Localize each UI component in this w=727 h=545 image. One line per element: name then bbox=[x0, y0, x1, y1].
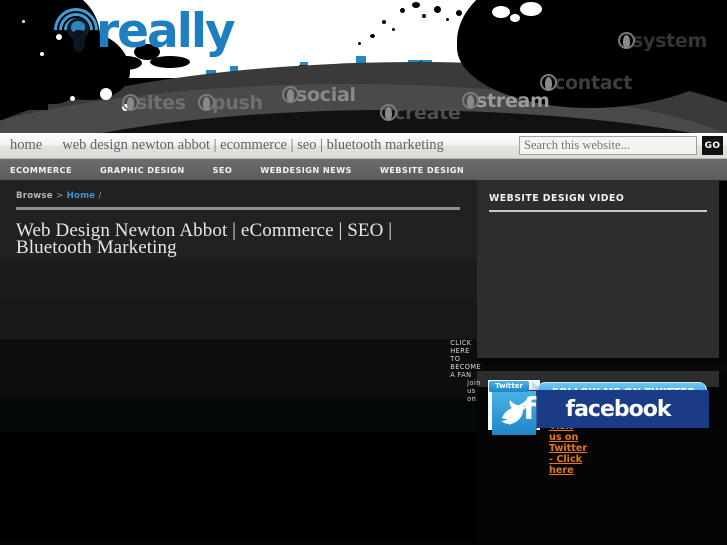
facebook-f-glyph: f bbox=[523, 392, 537, 427]
widget-website-design-video: WEBSITE DESIGN VIDEO bbox=[477, 181, 719, 358]
widget-social-banners: Twitter FOLLOW ME ON TWITTER For Discoun… bbox=[450, 339, 719, 476]
page-root: really sites push social create stream c… bbox=[0, 0, 727, 545]
subnav-item-webdesign-news[interactable]: WEBDESIGN NEWS bbox=[246, 165, 366, 175]
location-pin-icon bbox=[618, 32, 636, 50]
nav-item-main-services[interactable]: web design newton abbot | ecommerce | se… bbox=[62, 137, 444, 154]
banner-word-social[interactable]: social bbox=[282, 84, 356, 106]
banner-word-create[interactable]: create bbox=[380, 102, 461, 124]
primary-navigation: home web design newton abbot | ecommerce… bbox=[0, 133, 727, 159]
banner-word-stream[interactable]: stream bbox=[462, 90, 550, 112]
page-title: Web Design Newton Abbot | eCommerce | SE… bbox=[16, 220, 393, 258]
header-banner: really sites push social create stream c… bbox=[0, 0, 727, 133]
location-pin-icon bbox=[198, 94, 216, 112]
banner-word-contact[interactable]: contact bbox=[540, 72, 632, 94]
location-pin-icon bbox=[282, 86, 300, 104]
widget-title: WEBSITE DESIGN VIDEO bbox=[489, 193, 625, 204]
search-input[interactable] bbox=[519, 136, 697, 155]
facebook-cta-label: CLICK HERE TO BECOME A FAN bbox=[450, 339, 482, 379]
location-pin-icon bbox=[122, 94, 140, 112]
location-pin-icon bbox=[540, 74, 558, 92]
subnav-item-seo[interactable]: SEO bbox=[199, 165, 247, 175]
content-block-4 bbox=[0, 399, 477, 432]
breadcrumb-trailing: / bbox=[98, 191, 102, 201]
content-block-1 bbox=[0, 259, 477, 299]
content-block-2 bbox=[0, 299, 477, 339]
banner-word-system[interactable]: system bbox=[618, 30, 707, 52]
twitter-tag-label: Twitter bbox=[489, 381, 529, 392]
breadcrumb-link-home[interactable]: Home bbox=[67, 191, 96, 201]
main-content-column: Browse > Home / Web Design Newton Abbot … bbox=[0, 181, 477, 542]
wifi-location-pin-icon bbox=[44, 0, 108, 62]
banner-word-sites[interactable]: sites bbox=[122, 92, 186, 114]
secondary-navigation: ECOMMERCE GRAPHIC DESIGN SEO WEBDESIGN N… bbox=[0, 159, 727, 181]
breadcrumb-prefix: Browse bbox=[16, 191, 53, 201]
location-pin-icon bbox=[380, 104, 398, 122]
twitter-cta-link[interactable]: Visit us on Twitter - Click here bbox=[549, 421, 587, 476]
nav-item-home[interactable]: home bbox=[10, 137, 42, 154]
video-player-slot[interactable] bbox=[489, 212, 707, 347]
facebook-join-label: join us on bbox=[467, 379, 481, 403]
content-block-5 bbox=[0, 432, 477, 542]
breadcrumb-separator: > bbox=[55, 191, 64, 201]
breadcrumb: Browse > Home / bbox=[16, 191, 461, 201]
facebook-wordmark: facebook bbox=[565, 396, 672, 422]
location-pin-icon bbox=[462, 92, 480, 110]
logo-wordmark: really bbox=[96, 4, 236, 59]
content-block-3 bbox=[0, 339, 477, 399]
search-submit-button[interactable]: GO bbox=[702, 136, 723, 155]
subnav-item-graphic-design[interactable]: GRAPHIC DESIGN bbox=[86, 165, 199, 175]
subnav-item-ecommerce[interactable]: ECOMMERCE bbox=[0, 165, 86, 175]
facebook-wordmark-bar: facebook bbox=[527, 390, 709, 428]
search-form: GO bbox=[519, 136, 723, 155]
site-logo[interactable]: really bbox=[44, 0, 236, 64]
sidebar: WEBSITE DESIGN VIDEO Twitter us on Twitt… bbox=[450, 181, 727, 476]
subnav-item-website-design[interactable]: WEBSITE DESIGN bbox=[366, 165, 478, 175]
breadcrumb-divider bbox=[16, 207, 460, 210]
content-header-block: Browse > Home / Web Design Newton Abbot … bbox=[0, 181, 477, 259]
banner-word-push[interactable]: push bbox=[198, 92, 263, 114]
